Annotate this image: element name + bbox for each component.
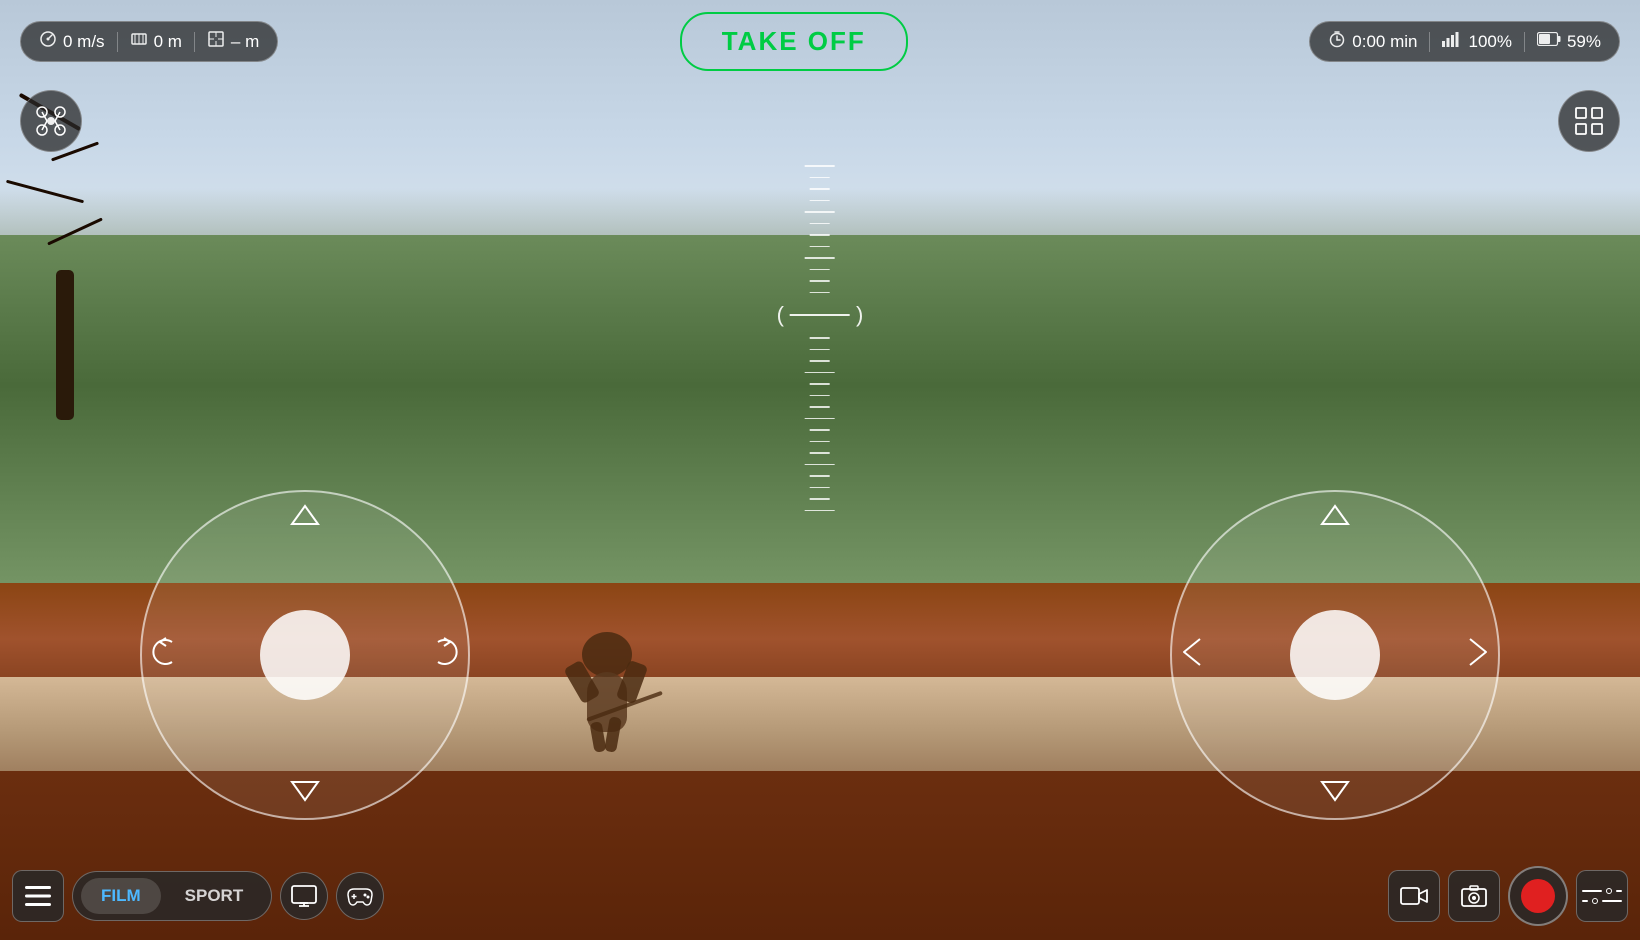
alt-bracket-left: ( (777, 302, 784, 328)
speed-stat: 0 m/s (39, 30, 105, 53)
tree-branch (47, 217, 103, 245)
app-container: 0 m/s 0 m (0, 0, 1640, 940)
monkey-silhouette (443, 423, 771, 752)
left-joystick-down (290, 778, 320, 808)
left-joystick-rotate-left (152, 637, 182, 673)
alt-tick (810, 337, 830, 339)
battery-stat: 59% (1537, 32, 1601, 52)
alt-tick (810, 188, 830, 190)
alt-tick (810, 383, 830, 385)
film-mode-button[interactable]: FILM (81, 878, 161, 914)
signal-stat: 100% (1442, 31, 1511, 52)
menu-button[interactable] (12, 870, 64, 922)
right-separator-1 (1429, 32, 1430, 52)
alt-tick (810, 475, 830, 477)
hud-right-stats: 0:00 min 100% (1309, 21, 1620, 62)
right-joystick-left (1182, 637, 1204, 673)
alt-tick (810, 406, 830, 408)
alt-tick (805, 418, 835, 420)
bottom-right-controls (1388, 866, 1628, 926)
right-joystick-down (1320, 778, 1350, 808)
gamepad-button[interactable] (336, 872, 384, 920)
left-joystick[interactable] (140, 490, 470, 820)
monkey-body (567, 632, 647, 752)
battery-icon (1537, 32, 1561, 51)
bottom-left-controls: FILM SPORT (12, 870, 384, 922)
alt-tick (810, 234, 830, 236)
alt-tick (810, 177, 830, 179)
distance-value: 0 m (154, 32, 182, 52)
alt-tick (810, 223, 830, 225)
altitude-value: – m (231, 32, 259, 52)
alt-center-marker: ( ) (777, 302, 864, 328)
stat-separator-2 (194, 32, 195, 52)
alt-tick (805, 211, 835, 213)
tree-branch (6, 180, 84, 204)
left-joystick-center[interactable] (260, 610, 350, 700)
photo-button[interactable] (1448, 870, 1500, 922)
screen-button[interactable] (280, 872, 328, 920)
speed-value: 0 m/s (63, 32, 105, 52)
right-joystick-center[interactable] (1290, 610, 1380, 700)
alt-tick (810, 292, 830, 294)
distance-icon (130, 30, 148, 53)
timer-stat: 0:00 min (1328, 30, 1417, 53)
signal-icon (1442, 31, 1462, 52)
left-joystick-up (290, 502, 320, 532)
speed-icon (39, 30, 57, 53)
record-indicator (1521, 879, 1555, 913)
alt-tick (810, 349, 830, 351)
top-hud: 0 m/s 0 m (0, 12, 1640, 71)
altitude-stat: – m (207, 30, 259, 53)
record-button[interactable] (1508, 866, 1568, 926)
grid-button[interactable] (1558, 90, 1620, 152)
right-joystick-up (1320, 502, 1350, 532)
alt-tick (805, 257, 835, 259)
right-joystick[interactable] (1170, 490, 1500, 820)
drone-button[interactable] (20, 90, 82, 152)
battery-value: 59% (1567, 32, 1601, 52)
right-joystick-right (1466, 637, 1488, 673)
alt-tick (810, 498, 830, 500)
flight-mode-group: FILM SPORT (72, 871, 272, 921)
take-off-button[interactable]: TAKE OFF (680, 12, 908, 71)
alt-bracket-right: ) (856, 302, 863, 328)
video-button[interactable] (1388, 870, 1440, 922)
settings-button[interactable] (1576, 870, 1628, 922)
timer-icon (1328, 30, 1346, 53)
alt-tick (805, 464, 835, 466)
alt-tick (810, 200, 830, 202)
alt-tick (810, 452, 830, 454)
alt-tick (810, 360, 830, 362)
alt-tick (810, 441, 830, 443)
alt-tick (810, 280, 830, 282)
tree-trunk (56, 270, 74, 420)
timer-value: 0:00 min (1352, 32, 1417, 52)
alt-tick (810, 487, 830, 489)
hud-left-stats: 0 m/s 0 m (20, 21, 278, 62)
distance-stat: 0 m (130, 30, 182, 53)
alt-tick (810, 246, 830, 248)
altitude-ticks: ( ) (777, 160, 864, 516)
left-joystick-rotate-right (428, 637, 458, 673)
alt-tick (805, 510, 835, 512)
altitude-icon (207, 30, 225, 53)
altimeter-scale: ( ) (777, 160, 864, 516)
alt-tick (805, 165, 835, 167)
stat-separator (117, 32, 118, 52)
settings-lines (1582, 888, 1622, 904)
alt-center-line (790, 314, 850, 316)
alt-tick (810, 395, 830, 397)
alt-tick (810, 429, 830, 431)
sport-mode-button[interactable]: SPORT (165, 878, 264, 914)
right-separator-2 (1524, 32, 1525, 52)
alt-tick (805, 372, 835, 374)
signal-value: 100% (1468, 32, 1511, 52)
alt-tick (810, 269, 830, 271)
bottom-bar: FILM SPORT (0, 852, 1640, 940)
